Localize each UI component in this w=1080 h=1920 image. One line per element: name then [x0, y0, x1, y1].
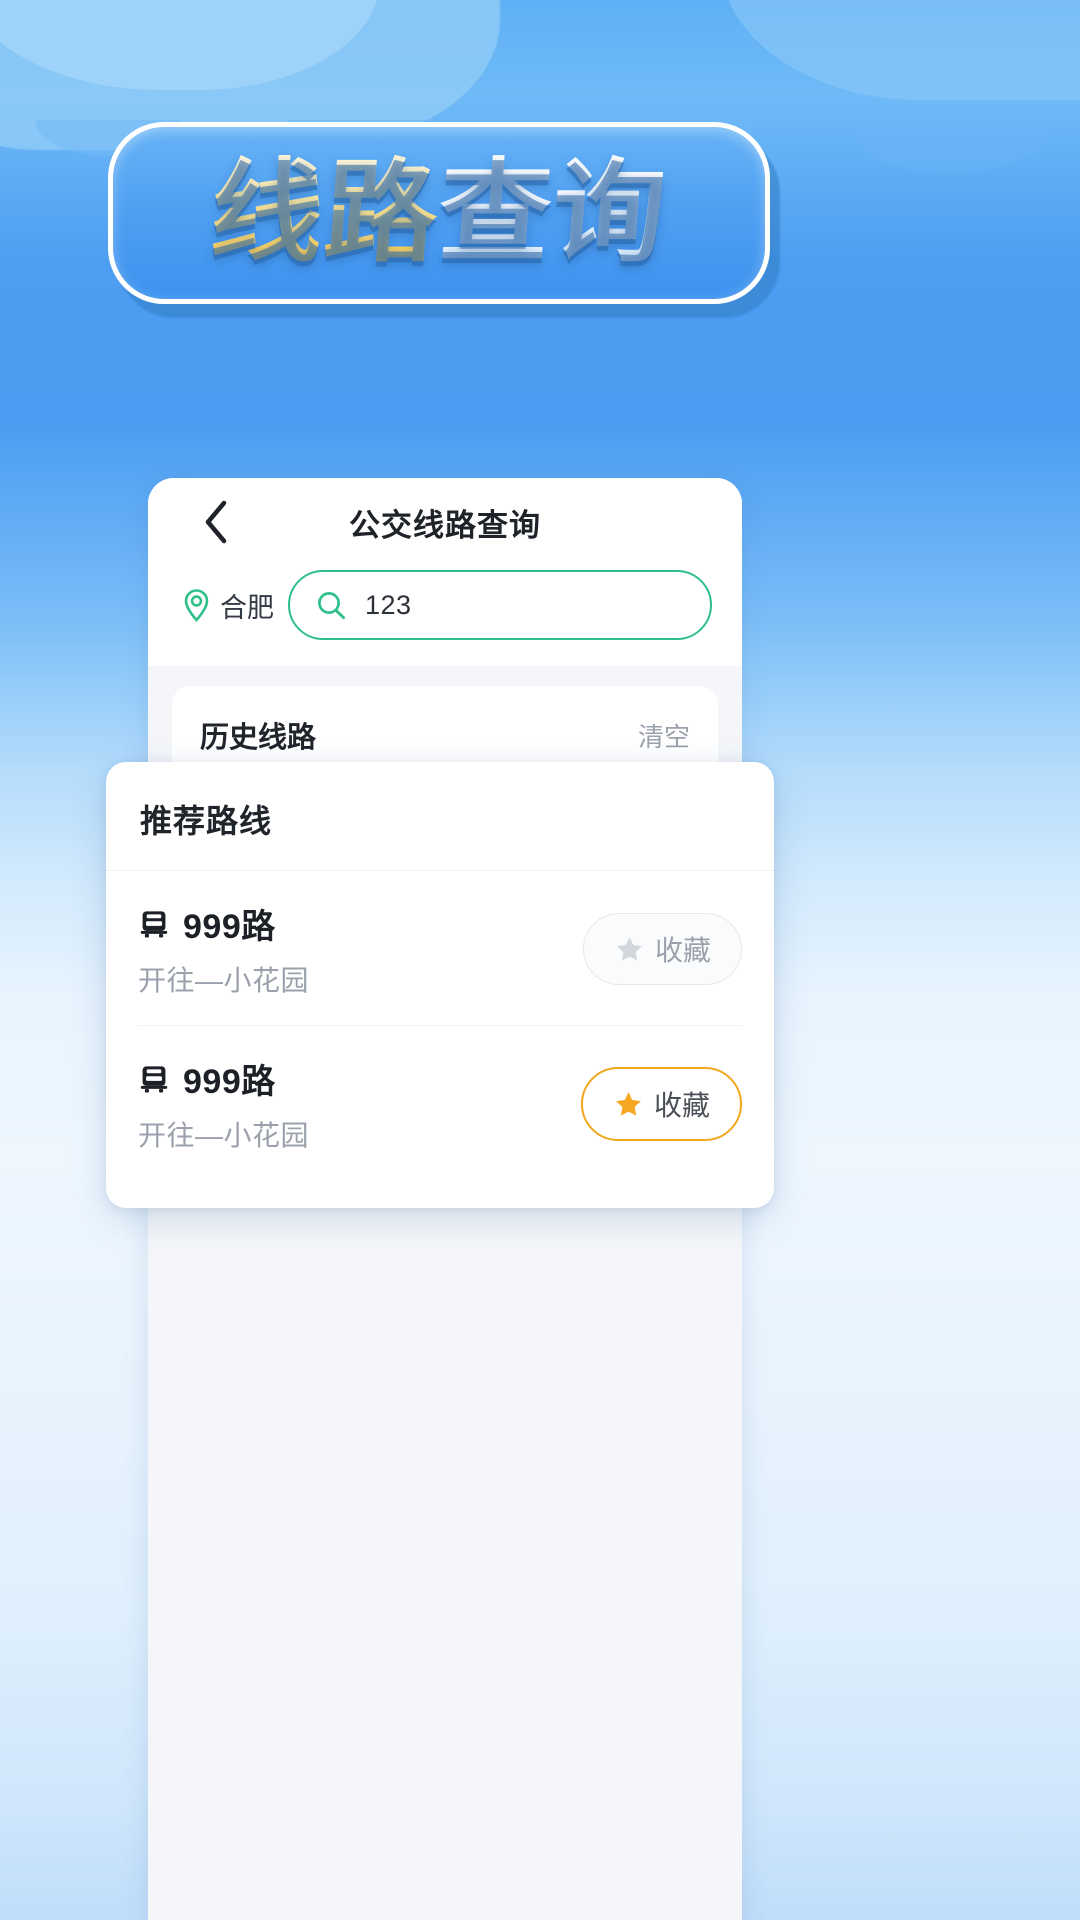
- popup-title: 推荐路线: [140, 796, 740, 842]
- search-icon: [316, 590, 347, 621]
- chevron-left-icon: [203, 500, 229, 544]
- city-selector[interactable]: 合肥: [182, 586, 274, 625]
- banner-text-white: 查询: [435, 150, 672, 275]
- clear-history-button[interactable]: 清空: [638, 717, 690, 754]
- star-icon: [614, 934, 645, 965]
- card-header-area: 公交线路查询 合肥 123: [148, 478, 742, 666]
- route-direction: 开往—小花园: [138, 1114, 309, 1154]
- route-name: 999路: [183, 1054, 276, 1103]
- location-pin-icon: [182, 588, 211, 623]
- route-info: 999路 开往—小花园: [138, 1054, 309, 1154]
- favorite-label: 收藏: [654, 1084, 710, 1124]
- recommended-routes-popup: 推荐路线 999路 开往—小花园: [106, 762, 774, 1208]
- page-title-banner: 线路查询: [108, 122, 780, 318]
- search-input[interactable]: 123: [288, 570, 712, 640]
- bus-icon: [138, 908, 170, 940]
- route-name-line: 999路: [138, 1054, 309, 1103]
- route-info: 999路 开往—小花园: [138, 899, 309, 999]
- favorite-button-active[interactable]: 收藏: [581, 1067, 742, 1141]
- route-name-line: 999路: [138, 899, 309, 948]
- back-button[interactable]: [188, 494, 244, 550]
- banner-text: 线路查询: [207, 157, 671, 269]
- city-name: 合肥: [220, 586, 274, 625]
- cloud-shape-right: [720, 0, 1080, 100]
- star-icon: [613, 1089, 644, 1120]
- favorite-label: 收藏: [655, 929, 711, 969]
- favorite-button[interactable]: 收藏: [583, 913, 742, 985]
- banner-plate: 线路查询: [108, 122, 770, 304]
- popup-header: 推荐路线: [106, 762, 774, 870]
- search-input-value: 123: [365, 590, 412, 621]
- history-title: 历史线路: [200, 714, 316, 756]
- navigation-bar: 公交线路查询: [148, 478, 742, 566]
- route-direction: 开往—小花园: [138, 959, 309, 999]
- route-name: 999路: [183, 899, 276, 948]
- history-header: 历史线路 清空: [172, 692, 718, 772]
- recommended-route-row[interactable]: 999路 开往—小花园 收藏: [106, 1026, 774, 1180]
- bus-icon: [138, 1063, 170, 1095]
- search-bar-row: 合肥 123: [148, 566, 742, 666]
- recommended-route-row[interactable]: 999路 开往—小花园 收藏: [106, 871, 774, 1025]
- banner-text-gold: 线路: [207, 150, 444, 275]
